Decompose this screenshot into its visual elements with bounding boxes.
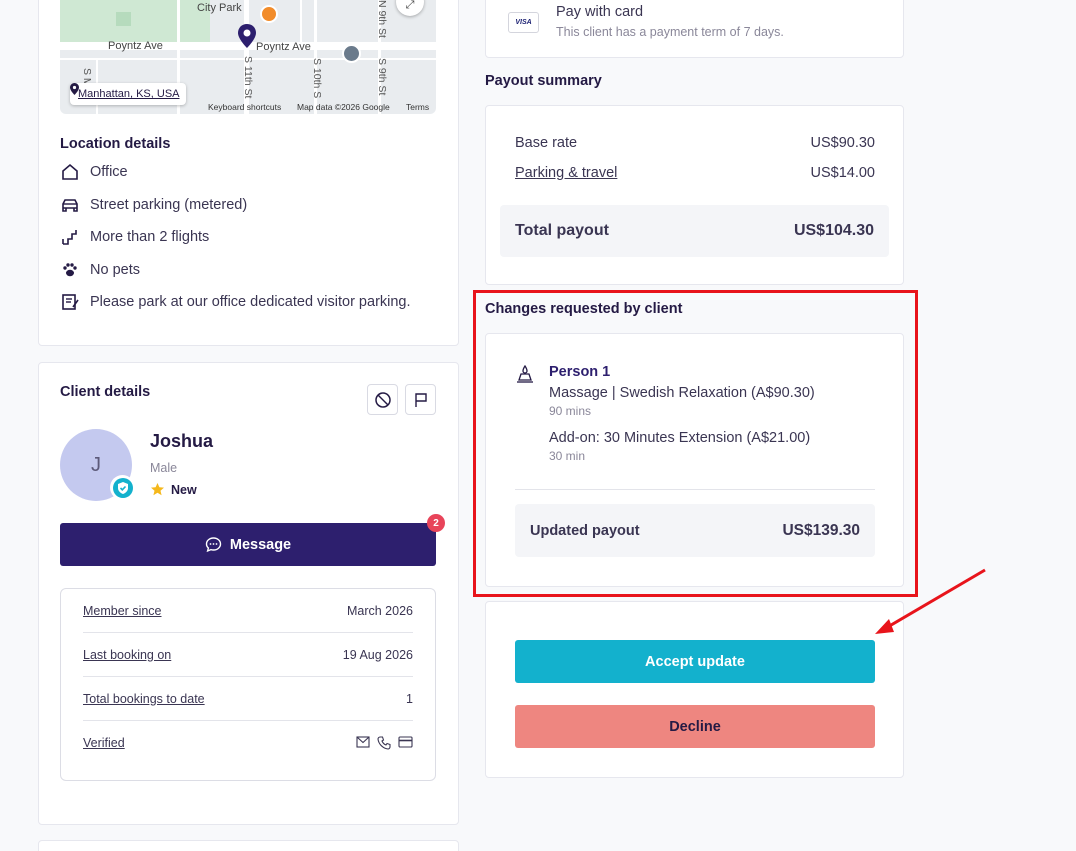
client-name: Joshua [150, 431, 214, 451]
verified-icons [356, 736, 413, 750]
location-item-parking: Street parking (metered) [60, 195, 247, 215]
block-client-button[interactable] [367, 384, 398, 415]
avatar-initial: J [91, 453, 101, 476]
block-icon [374, 391, 391, 408]
info-value: 1 [406, 691, 413, 706]
school-pin-icon[interactable] [342, 44, 361, 63]
map-view[interactable]: City Park Poyntz Ave Poyntz Ave S Ma S 1… [60, 0, 436, 114]
info-row-member-since: Member since March 2026 [83, 589, 413, 633]
changes-addon-duration: 30 min [549, 449, 586, 463]
location-details-title: Location details [60, 136, 171, 152]
client-info-table: Member since March 2026 Last booking on … [60, 588, 436, 781]
total-payout-value: US$104.30 [793, 222, 874, 239]
report-client-button[interactable] [405, 384, 436, 415]
changes-title: Changes requested by client [485, 301, 683, 317]
total-payout: Total payout US$104.30 [500, 205, 889, 257]
changes-service: Massage | Swedish Relaxation (A$90.30) [549, 385, 815, 401]
payout-summary-title: Payout summary [485, 73, 602, 89]
location-item-label: Please park at our office dedicated visi… [90, 294, 411, 310]
flag-icon [414, 392, 427, 407]
location-item-label: Office [90, 164, 128, 180]
map-label-city-park: City Park [197, 2, 242, 14]
info-value: 19 Aug 2026 [342, 647, 413, 662]
payout-value: US$14.00 [810, 165, 876, 181]
info-row-total-bookings: Total bookings to date 1 [83, 677, 413, 721]
client-status: New [150, 482, 197, 497]
payout-row-parking: Parking & travel US$14.00 [515, 165, 875, 181]
info-label[interactable]: Total bookings to date [83, 692, 205, 706]
email-icon [356, 736, 370, 748]
chat-icon [205, 537, 222, 553]
map-label-s-10th: S 10th S [311, 58, 323, 99]
massage-icon [515, 364, 535, 389]
map-data-credit: Map data ©2026 Google [297, 102, 390, 112]
payout-label[interactable]: Parking & travel [515, 165, 617, 181]
location-item-label: No pets [90, 262, 140, 278]
location-item-office: Office [60, 162, 128, 182]
map-terms-link[interactable]: Terms [406, 102, 429, 112]
accept-update-button[interactable]: Accept update [515, 640, 875, 683]
payment-title: Pay with card [556, 4, 644, 20]
client-status-label: New [171, 482, 197, 497]
restaurant-pin-icon[interactable] [260, 5, 278, 23]
location-item-pets: No pets [60, 260, 140, 280]
changes-person: Person 1 [549, 364, 611, 380]
info-label[interactable]: Last booking on [83, 648, 171, 662]
payment-note: This client has a payment term of 7 days… [556, 25, 784, 39]
message-count-badge: 2 [427, 514, 445, 532]
card-icon [398, 736, 413, 748]
map-label-poyntz-right: Poyntz Ave [256, 41, 311, 53]
client-gender: Male [150, 461, 178, 475]
map-label-s-9th: S 9th St [376, 58, 388, 96]
paw-icon [60, 260, 80, 280]
actions-card [485, 601, 904, 778]
phone-icon [377, 736, 391, 750]
verified-shield-icon [110, 475, 135, 500]
updated-payout-label: Updated payout [530, 522, 640, 539]
payout-row-base: Base rate US$90.30 [515, 135, 875, 151]
payout-label: Base rate [515, 135, 578, 151]
map-location-chip-label: Manhattan, KS, USA [78, 88, 180, 100]
info-label[interactable]: Member since [83, 604, 162, 618]
map-label-n-9th: N 9th St [376, 0, 388, 38]
info-row-verified: Verified [83, 721, 413, 765]
map-keyboard-shortcuts[interactable]: Keyboard shortcuts [208, 102, 281, 112]
message-button-label: Message [229, 536, 292, 553]
map-location-chip[interactable]: Manhattan, KS, USA [70, 83, 186, 105]
location-item-stairs: More than 2 flights [60, 227, 209, 247]
car-icon [60, 195, 80, 215]
location-item-label: More than 2 flights [90, 229, 210, 245]
payout-value: US$90.30 [810, 135, 876, 151]
map-pin-icon [70, 83, 79, 95]
updated-payout-value: US$139.30 [782, 521, 860, 539]
stairs-icon [60, 227, 80, 247]
star-icon [151, 483, 164, 496]
map-label-s-11th: S 11th St [242, 56, 254, 99]
visa-icon: VISA [508, 12, 539, 33]
location-item-note: Please park at our office dedicated visi… [60, 292, 411, 312]
home-icon [60, 162, 80, 182]
updated-payout: Updated payout US$139.30 [515, 504, 875, 557]
changes-service-duration: 90 mins [549, 404, 592, 418]
decline-button[interactable]: Decline [515, 705, 875, 748]
client-details-title: Client details [60, 384, 151, 400]
note-icon [60, 292, 80, 312]
total-payout-label: Total payout [515, 222, 609, 239]
payout-card [485, 105, 904, 285]
info-label[interactable]: Verified [83, 736, 125, 750]
info-value: March 2026 [346, 603, 413, 618]
changes-divider [515, 489, 875, 490]
message-button[interactable]: Message [60, 523, 436, 566]
location-item-label: Street parking (metered) [90, 197, 248, 213]
next-card [38, 840, 459, 851]
info-row-last-booking: Last booking on 19 Aug 2026 [83, 633, 413, 677]
changes-addon: Add-on: 30 Minutes Extension (A$21.00) [549, 430, 811, 446]
map-label-poyntz-left: Poyntz Ave [108, 40, 163, 52]
